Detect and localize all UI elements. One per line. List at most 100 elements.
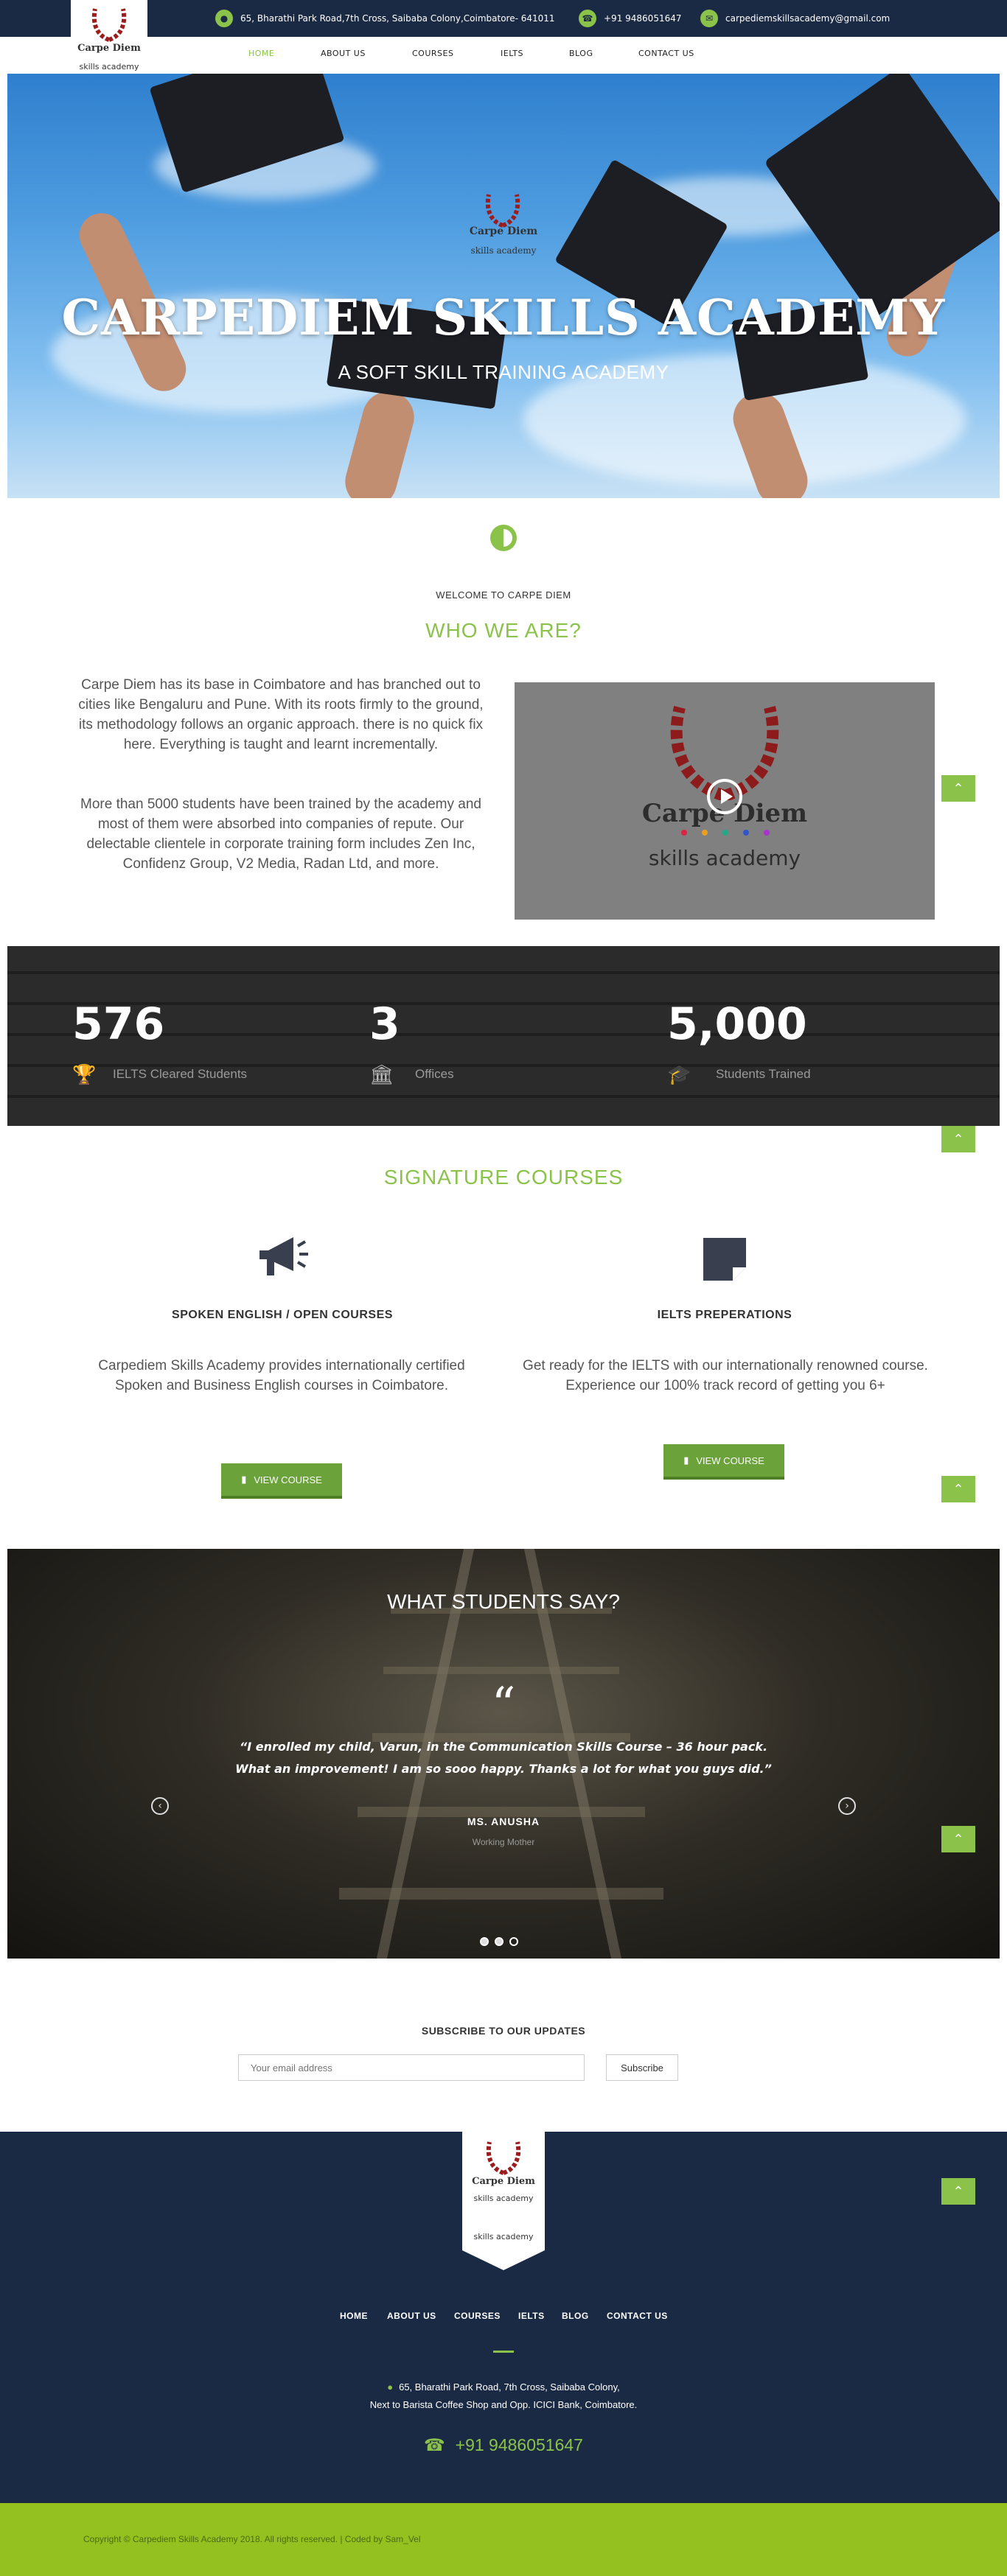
- nav-ielts[interactable]: IELTS: [501, 49, 523, 58]
- logo-line2: skills academy: [79, 62, 139, 71]
- nav-blog[interactable]: BLOG: [569, 49, 593, 58]
- subscribe-button[interactable]: Subscribe: [606, 2054, 678, 2081]
- contrast-icon: [490, 525, 517, 551]
- course-1-title[interactable]: SPOKEN ENGLISH / OPEN COURSES: [103, 1309, 461, 1322]
- course-1-desc: Carpediem Skills Academy provides intern…: [98, 1358, 465, 1393]
- footer-divider: [493, 2351, 514, 2353]
- course-2-view-button[interactable]: ▮ VIEW COURSE: [663, 1444, 784, 1480]
- laurel-wreath-icon: [91, 8, 127, 42]
- slider-dot-2[interactable]: [495, 1937, 503, 1946]
- top-phone-text[interactable]: +91 9486051647: [604, 13, 682, 24]
- testimonial-quote: “I enrolled my child, Varun, in the Comm…: [235, 1740, 772, 1776]
- hero-banner: [7, 74, 1000, 498]
- stat-number-students: 5,000: [667, 998, 807, 1050]
- back-to-top-button-3[interactable]: ⌃: [941, 1476, 975, 1502]
- footer-nav-courses[interactable]: COURSES: [454, 2311, 501, 2321]
- course-1-view-label: VIEW COURSE: [254, 1474, 322, 1485]
- hero-title: CARPEDIEM SKILLS ACADEMY: [61, 289, 946, 346]
- top-email-text[interactable]: carpediemskillsacademy@gmail.com: [725, 13, 890, 24]
- graduation-cap-icon: 🎓: [667, 1064, 691, 1086]
- stat-number-offices: 3: [369, 998, 400, 1050]
- phone-icon: ☎: [579, 10, 596, 27]
- footer-logo-line2: skills academy: [473, 2194, 534, 2203]
- location-icon: ●: [387, 2381, 394, 2393]
- trophy-icon: 🏆: [72, 1064, 97, 1086]
- institution-icon: 🏛: [369, 1064, 394, 1086]
- slider-dots: [480, 1937, 518, 1946]
- copyright-text: Copyright © Carpediem Skills Academy 201…: [83, 2534, 421, 2544]
- nav-home[interactable]: HOME: [248, 49, 274, 58]
- footer-nav-about[interactable]: ABOUT US: [387, 2311, 436, 2321]
- slider-dot-1[interactable]: [480, 1937, 489, 1946]
- back-to-top-button[interactable]: ⌃: [941, 775, 975, 802]
- book-icon: ▮: [241, 1474, 247, 1485]
- about-paragraph-1: Carpe Diem has its base in Coimbatore an…: [78, 677, 484, 752]
- footer-address-text-1: 65, Bharathi Park Road, 7th Cross, Saiba…: [399, 2381, 620, 2393]
- about-paragraph-2: More than 5000 students have been traine…: [80, 797, 481, 872]
- nav-courses[interactable]: COURSES: [412, 49, 453, 58]
- intro-video[interactable]: Carpe Diem skills academy: [515, 682, 935, 920]
- footer-laurel-icon: [486, 2141, 521, 2175]
- location-icon: ●: [215, 10, 233, 27]
- course-2-view-label: VIEW COURSE: [696, 1455, 764, 1466]
- nav-contact-us[interactable]: CONTACT US: [638, 49, 694, 58]
- quote-icon: “: [491, 1678, 516, 1732]
- hero-subtitle: A SOFT SKILL TRAINING ACADEMY: [338, 361, 669, 383]
- hero-logo-line1: Carpe Diem: [469, 225, 538, 237]
- about-title: WHO WE ARE?: [425, 619, 582, 642]
- footer-nav-blog[interactable]: BLOG: [562, 2311, 589, 2321]
- chevrons-up-icon: ⌃: [952, 2183, 964, 2199]
- testimonials-title: WHAT STUDENTS SAY?: [387, 1590, 620, 1613]
- logo-line1: Carpe Diem: [77, 43, 141, 54]
- prev-slide-button[interactable]: ‹: [151, 1797, 169, 1815]
- footer-logo-line1: Carpe Diem: [472, 2176, 535, 2187]
- top-email[interactable]: ✉ carpediemskillsacademy@gmail.com: [700, 9, 890, 28]
- megaphone-icon: [259, 1237, 308, 1275]
- footer-phone[interactable]: ☎ +91 9486051647: [0, 2435, 1007, 2455]
- phone-icon: ☎: [424, 2435, 445, 2454]
- chevrons-up-icon: ⌃: [952, 1131, 964, 1147]
- footer-nav-ielts[interactable]: IELTS: [518, 2311, 545, 2321]
- top-address: ● 65, Bharathi Park Road,7th Cross, Saib…: [215, 9, 555, 28]
- sticky-note-icon: [703, 1238, 746, 1281]
- footer-address-line2: Next to Barista Coffee Shop and Opp. ICI…: [369, 2399, 638, 2410]
- course-1-view-button[interactable]: ▮ VIEW COURSE: [221, 1463, 342, 1499]
- footer-nav-home[interactable]: HOME: [340, 2311, 368, 2321]
- stat-label-students: Students Trained: [716, 1067, 811, 1081]
- back-to-top-button-4[interactable]: ⌃: [941, 1826, 975, 1852]
- footer-tab-logo-text: skills academy: [473, 2232, 534, 2241]
- chevron-right-icon: ›: [845, 1800, 849, 1812]
- back-to-top-button-5[interactable]: ⌃: [941, 2178, 975, 2205]
- footer-address-line1: ● 65, Bharathi Park Road, 7th Cross, Saib…: [0, 2381, 1007, 2393]
- course-2-desc: Get ready for the IELTS with our interna…: [523, 1358, 928, 1393]
- chevron-left-icon: ‹: [158, 1800, 162, 1812]
- video-logo-dots: [681, 830, 770, 836]
- course-2-title[interactable]: IELTS PREPERATIONS: [546, 1309, 904, 1322]
- book-icon: ▮: [683, 1455, 689, 1466]
- hero-laurel-icon: [485, 194, 520, 228]
- next-slide-button[interactable]: ›: [838, 1797, 856, 1815]
- chevrons-up-icon: ⌃: [952, 1831, 964, 1847]
- top-address-text: 65, Bharathi Park Road,7th Cross, Saibab…: [240, 13, 555, 24]
- stat-label-offices: Offices: [415, 1067, 454, 1081]
- footer-phone-text[interactable]: +91 9486051647: [456, 2435, 583, 2454]
- slider-dot-3[interactable]: [509, 1937, 518, 1946]
- stat-label-ielts: IELTS Cleared Students: [113, 1067, 248, 1081]
- about-kicker: WELCOME TO CARPE DIEM: [436, 589, 571, 601]
- play-icon[interactable]: [707, 779, 742, 814]
- footer-nav-contact[interactable]: CONTACT US: [607, 2311, 668, 2321]
- chevrons-up-icon: ⌃: [952, 1481, 964, 1497]
- video-logo-line2: skills academy: [648, 846, 801, 870]
- stat-number-ielts: 576: [72, 998, 165, 1050]
- subscribe-email-input[interactable]: [238, 2054, 585, 2081]
- top-phone[interactable]: ☎ +91 9486051647: [579, 9, 682, 28]
- hero-logo-line2: skills academy: [470, 245, 537, 256]
- back-to-top-button-2[interactable]: ⌃: [941, 1126, 975, 1152]
- chevrons-up-icon: ⌃: [952, 780, 964, 797]
- testimonial-role: Working Mother: [472, 1837, 535, 1847]
- testimonial-author: MS. ANUSHA: [467, 1816, 540, 1827]
- mail-icon: ✉: [700, 10, 718, 27]
- subscribe-title: SUBSCRIBE TO OUR UPDATES: [421, 2025, 586, 2037]
- footer-logo-top[interactable]: Carpe Diem skills academy: [462, 2132, 545, 2226]
- nav-about-us[interactable]: ABOUT US: [321, 49, 366, 58]
